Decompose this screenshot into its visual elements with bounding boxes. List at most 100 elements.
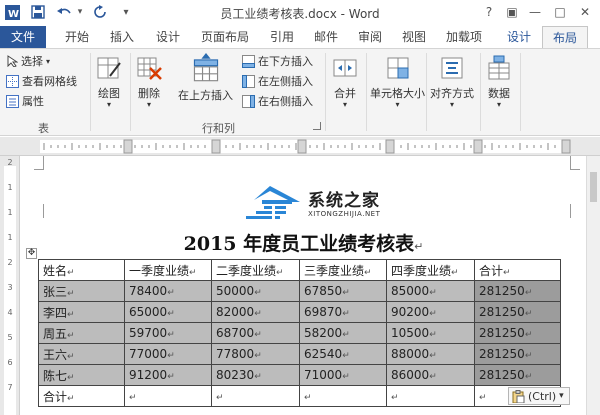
tab-table-design[interactable]: 设计 xyxy=(500,26,538,48)
table-move-handle-icon[interactable]: ✥ xyxy=(26,248,37,259)
table-cell[interactable]: 四季度业绩↵ xyxy=(386,259,475,281)
properties-button[interactable]: 属性 xyxy=(6,93,44,109)
tab-insert[interactable]: 插入 xyxy=(104,26,140,48)
maximize-button[interactable]: □ xyxy=(551,3,569,21)
table-cell[interactable]: 62540↵ xyxy=(299,343,387,365)
table-cell[interactable]: 一季度业绩↵ xyxy=(124,259,212,281)
column-marker[interactable] xyxy=(561,139,571,154)
table-cell[interactable]: 二季度业绩↵ xyxy=(211,259,300,281)
table-cell[interactable]: 77800↵ xyxy=(211,343,300,365)
tab-mailings[interactable]: 邮件 xyxy=(308,26,344,48)
vertical-ruler[interactable]: 2 1 1 1 2 3 4 5 6 7 xyxy=(0,156,20,415)
tab-table-layout[interactable]: 布局 xyxy=(542,26,588,48)
scrollbar-thumb[interactable] xyxy=(590,172,597,202)
document-heading[interactable]: 2015 年度员工业绩考核表↵ xyxy=(22,229,585,256)
column-marker[interactable] xyxy=(473,139,483,154)
table-cell[interactable]: 281250↵ xyxy=(474,301,561,323)
column-marker[interactable] xyxy=(211,139,221,154)
tab-view[interactable]: 视图 xyxy=(396,26,432,48)
table-cell[interactable]: 281250↵ xyxy=(474,364,561,386)
delete-button[interactable]: 删除 ▾ xyxy=(136,55,162,109)
ribbon-display-options-button[interactable]: ▣ xyxy=(503,3,521,21)
rows-columns-launcher-icon[interactable] xyxy=(313,122,321,130)
table-cell[interactable]: 张三↵ xyxy=(38,280,125,302)
vertical-scrollbar[interactable] xyxy=(586,156,600,415)
table-cell[interactable]: ↵ xyxy=(211,385,300,407)
tab-home[interactable]: 开始 xyxy=(62,26,92,48)
table-cell[interactable]: 李四↵ xyxy=(38,301,125,323)
tab-design[interactable]: 设计 xyxy=(150,26,186,48)
cell-size-button[interactable]: 单元格大小 ▾ xyxy=(370,55,425,109)
ruler-number: 7 xyxy=(7,383,13,392)
table-cell[interactable]: ↵ xyxy=(299,385,387,407)
data-icon xyxy=(488,55,510,80)
column-marker[interactable] xyxy=(297,139,307,154)
table-cell[interactable]: 80230↵ xyxy=(211,364,300,386)
column-marker[interactable] xyxy=(385,139,395,154)
insert-right-label: 在右侧插入 xyxy=(258,95,313,108)
table-cell[interactable]: 69870↵ xyxy=(299,301,387,323)
table-cell[interactable]: 78400↵ xyxy=(124,280,212,302)
table-cell[interactable]: 合计↵ xyxy=(38,385,125,407)
help-button[interactable]: ? xyxy=(480,3,498,21)
tab-page-layout[interactable]: 页面布局 xyxy=(196,26,254,48)
document-page[interactable]: 系统之家 XITONGZHIJIA.NET 2015 年度员工业绩考核表↵ ✥ … xyxy=(22,156,585,415)
table-cell[interactable]: ↵ xyxy=(124,385,212,407)
data-label: 数据 xyxy=(488,87,510,100)
data-button[interactable]: 数据 ▾ xyxy=(486,55,512,109)
view-gridlines-button[interactable]: 查看网格线 xyxy=(6,73,77,89)
table-cell[interactable]: 合计↵ xyxy=(474,259,561,281)
tab-review[interactable]: 审阅 xyxy=(352,26,388,48)
table-cell[interactable]: 周五↵ xyxy=(38,322,125,344)
crop-mark xyxy=(34,156,44,170)
insert-above-button[interactable]: 在上方插入 xyxy=(178,53,233,103)
alignment-button[interactable]: 对齐方式 ▾ xyxy=(430,55,474,109)
table-cell[interactable]: 姓名↵ xyxy=(38,259,125,281)
draw-label: 绘图 xyxy=(98,87,120,100)
table-cell[interactable]: 77000↵ xyxy=(124,343,212,365)
tab-references[interactable]: 引用 xyxy=(264,26,300,48)
table-cell[interactable]: 88000↵ xyxy=(386,343,475,365)
table-cell[interactable]: 82000↵ xyxy=(211,301,300,323)
paragraph-mark: ↵ xyxy=(414,240,424,253)
minimize-button[interactable]: — xyxy=(526,3,544,21)
score-table[interactable]: 姓名↵ 一季度业绩↵ 二季度业绩↵ 三季度业绩↵ 四季度业绩↵ 合计↵ 张三↵ … xyxy=(38,259,561,407)
insert-right-button[interactable]: 在右侧插入 xyxy=(242,93,313,109)
table-cell[interactable]: 71000↵ xyxy=(299,364,387,386)
close-button[interactable]: ✕ xyxy=(576,3,594,21)
draw-button[interactable]: 绘图 ▾ xyxy=(96,55,122,109)
table-cell[interactable]: ↵ xyxy=(386,385,475,407)
insert-left-button[interactable]: 在左侧插入 xyxy=(242,73,313,89)
table-cell[interactable]: 10500↵ xyxy=(386,322,475,344)
table-cell[interactable]: 65000↵ xyxy=(124,301,212,323)
table-cell[interactable]: 86000↵ xyxy=(386,364,475,386)
column-marker[interactable] xyxy=(123,139,133,154)
table-row: 陈七↵ 91200↵ 80230↵ 71000↵ 86000↵ 281250↵ xyxy=(38,364,561,386)
crop-mark xyxy=(570,204,580,218)
table-cell[interactable]: 91200↵ xyxy=(124,364,212,386)
table-cell[interactable]: 50000↵ xyxy=(211,280,300,302)
cell-size-icon xyxy=(387,57,408,79)
merge-button[interactable]: 合并 ▾ xyxy=(332,55,358,109)
merge-label: 合并 xyxy=(334,87,356,100)
horizontal-ruler[interactable] xyxy=(0,137,600,156)
table-cell[interactable]: 281250↵ xyxy=(474,280,561,302)
table-cell[interactable]: 67850↵ xyxy=(299,280,387,302)
table-cell[interactable]: 三季度业绩↵ xyxy=(299,259,387,281)
table-cell[interactable]: 281250↵ xyxy=(474,343,561,365)
table-cell[interactable]: 陈七↵ xyxy=(38,364,125,386)
table-cell[interactable]: 85000↵ xyxy=(386,280,475,302)
table-header-row: 姓名↵ 一季度业绩↵ 二季度业绩↵ 三季度业绩↵ 四季度业绩↵ 合计↵ xyxy=(38,259,561,281)
paste-options-button[interactable]: (Ctrl) ▾ xyxy=(508,387,570,405)
table-cell[interactable]: 90200↵ xyxy=(386,301,475,323)
tab-file[interactable]: 文件 xyxy=(0,26,46,48)
table-cell[interactable]: 68700↵ xyxy=(211,322,300,344)
table-cell[interactable]: 59700↵ xyxy=(124,322,212,344)
table-cell[interactable]: 58200↵ xyxy=(299,322,387,344)
table-cell[interactable]: 王六↵ xyxy=(38,343,125,365)
table-cell[interactable]: 281250↵ xyxy=(474,322,561,344)
ruler-number: 2 xyxy=(7,158,13,167)
insert-below-button[interactable]: 在下方插入 xyxy=(242,53,313,69)
select-button[interactable]: 选择 ▾ xyxy=(6,53,50,69)
tab-add-ins[interactable]: 加载项 xyxy=(440,26,488,48)
